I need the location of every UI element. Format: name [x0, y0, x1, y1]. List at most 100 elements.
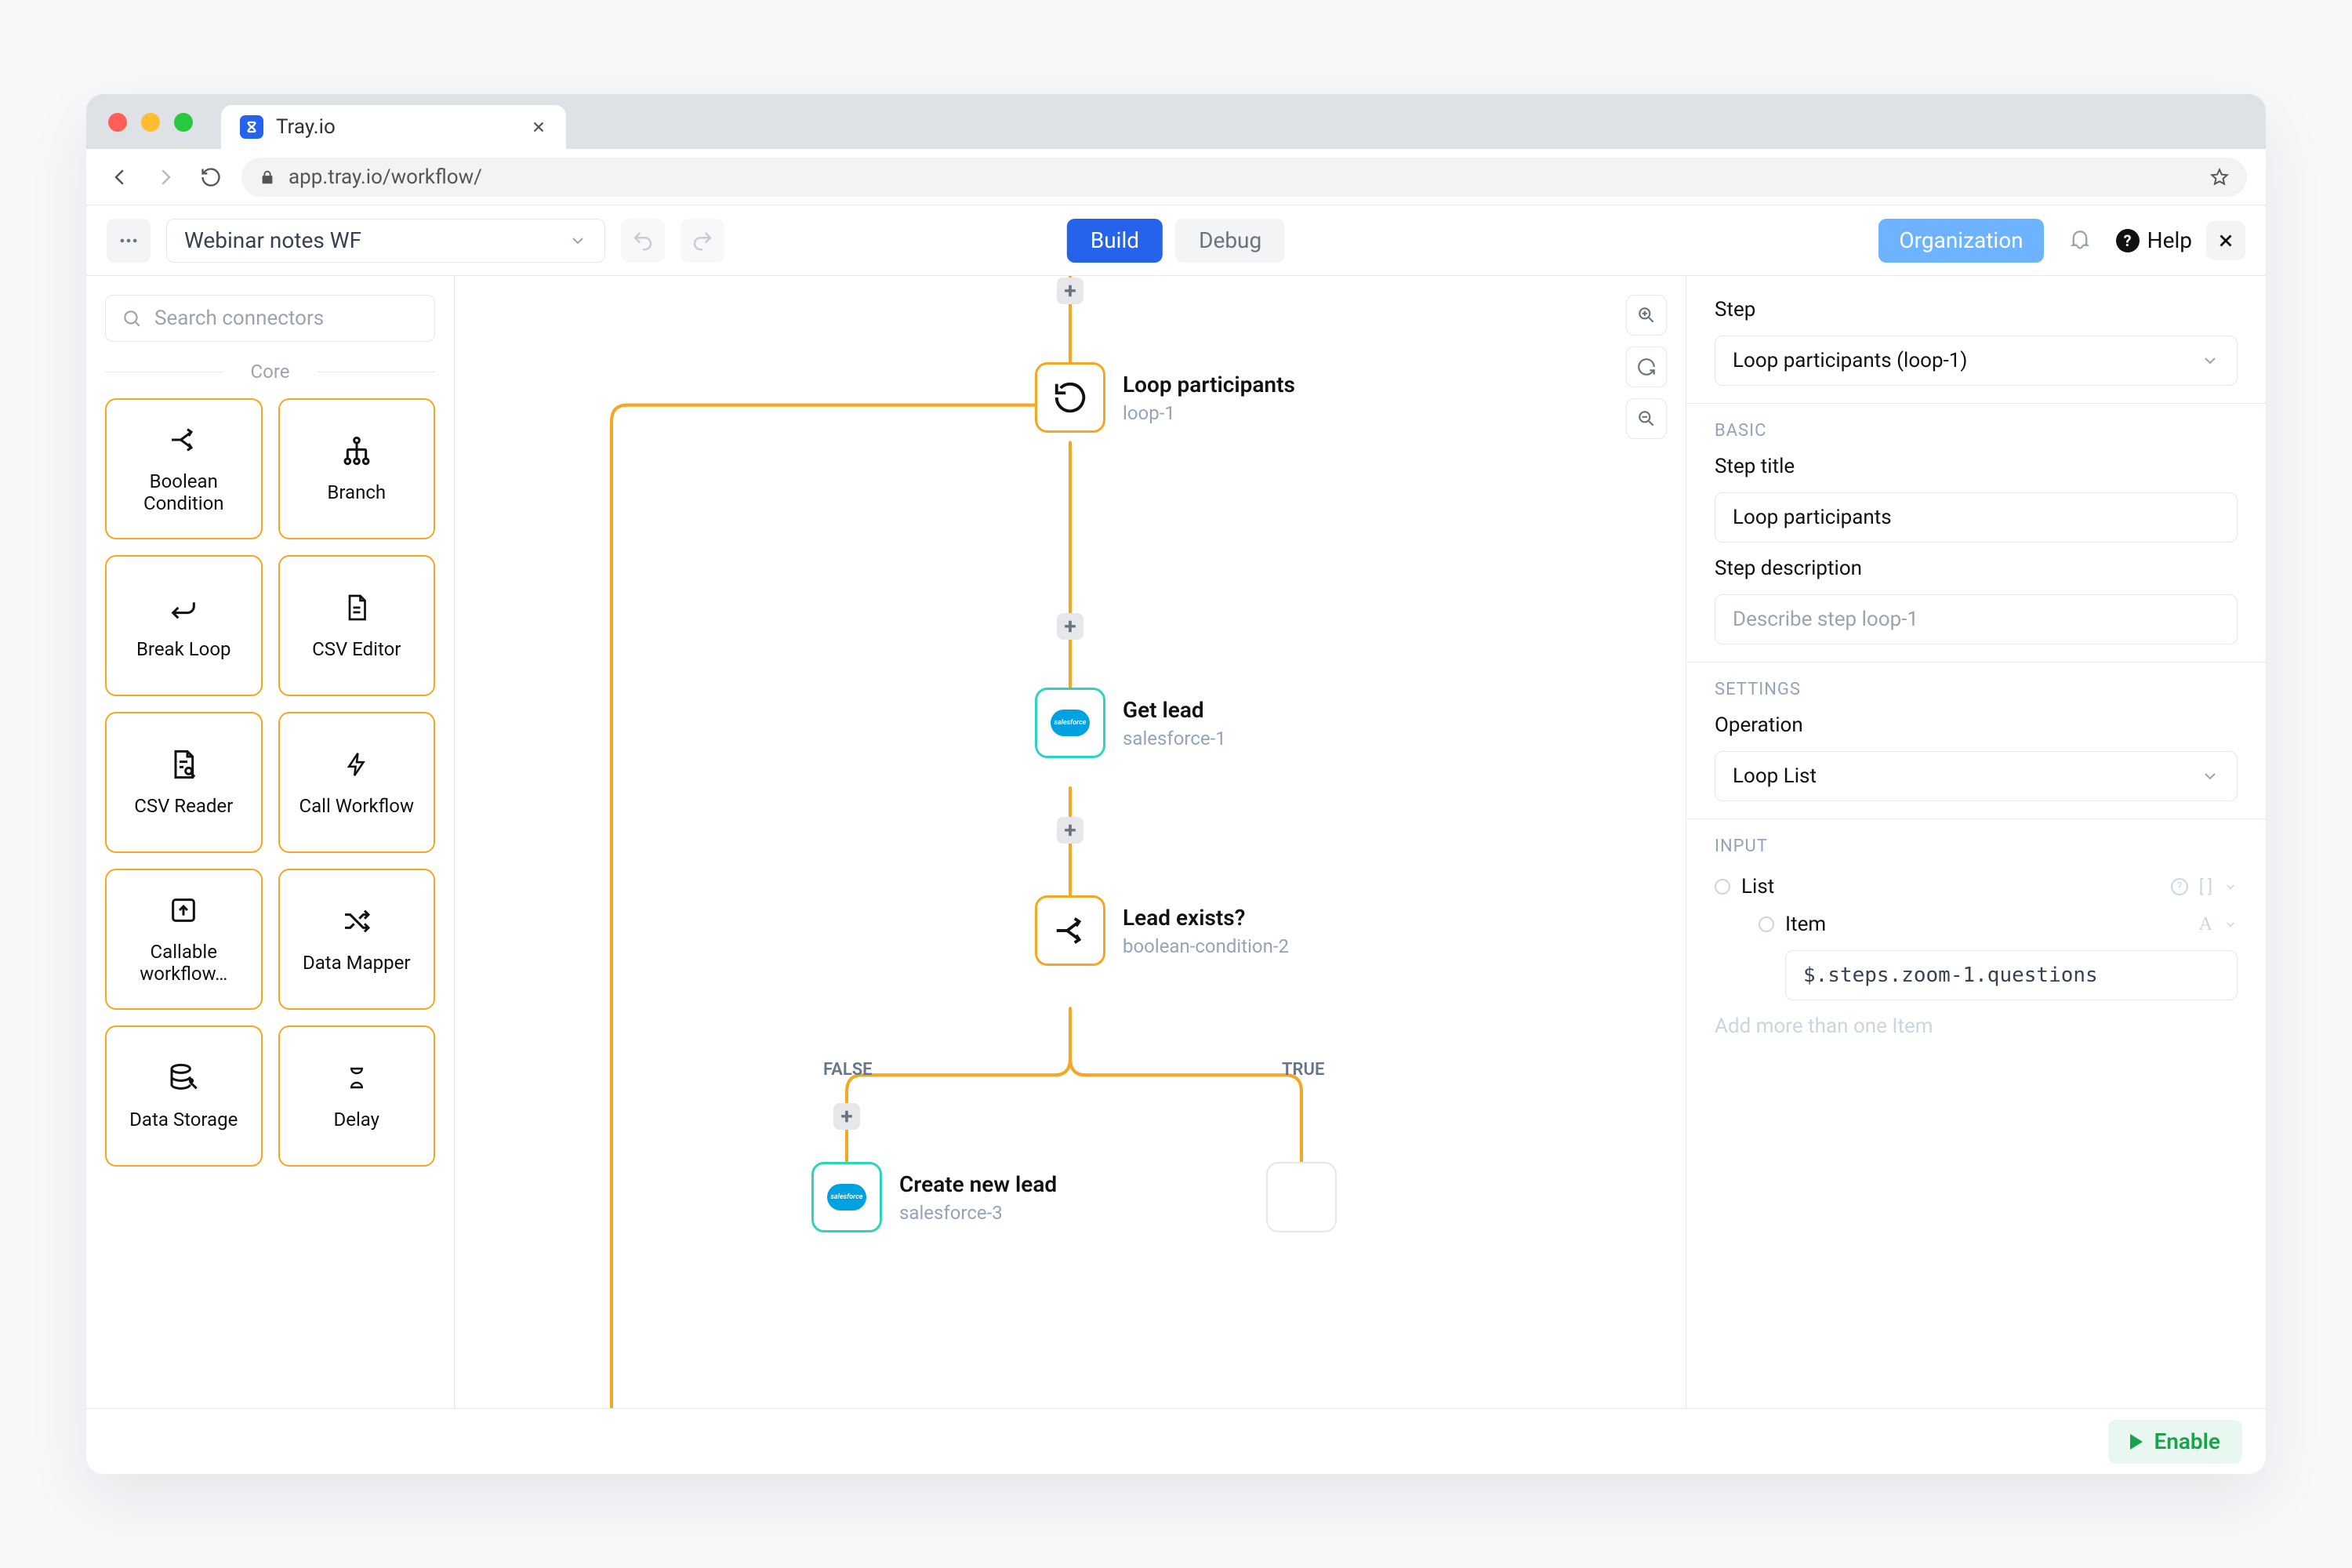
connector-data-storage[interactable]: Data Storage	[105, 1025, 263, 1167]
add-step-button[interactable]: +	[1057, 278, 1083, 304]
debug-label: Debug	[1199, 227, 1261, 253]
connector-data-mapper[interactable]: Data Mapper	[278, 869, 436, 1010]
radio-icon	[1715, 879, 1730, 895]
connectors-grid: Boolean Condition Branch Break LoopCSV Edi…	[105, 398, 435, 1167]
tray-favicon	[240, 115, 263, 139]
salesforce-logo	[827, 1184, 866, 1210]
debug-tab[interactable]: Debug	[1175, 219, 1285, 263]
branch-arrow-icon	[166, 423, 201, 457]
node-empty[interactable]	[1266, 1162, 1337, 1232]
node-id: salesforce-3	[899, 1202, 1057, 1224]
connector-label: Data Storage	[129, 1109, 238, 1131]
node-id: loop-1	[1123, 402, 1295, 424]
input-item-row[interactable]: Item A	[1759, 913, 2238, 936]
bookmark-star-icon[interactable]	[2209, 167, 2230, 187]
close-tab-icon[interactable]	[530, 118, 547, 136]
workspace: Search connectors Core Boolean Condition…	[86, 276, 2266, 1408]
connector-csv-reader[interactable]: CSV Reader	[105, 712, 263, 853]
input-item-value-text: $.steps.zoom-1.questions	[1803, 964, 2098, 987]
step-title-label: Step title	[1715, 455, 2238, 478]
add-step-button[interactable]: +	[833, 1103, 860, 1130]
file-icon	[339, 590, 374, 625]
add-more-item[interactable]: Add more than one Item	[1715, 1014, 2238, 1038]
connector-break-loop[interactable]: Break Loop	[105, 555, 263, 696]
connector-search[interactable]: Search connectors	[105, 295, 435, 342]
organization-label: Organization	[1899, 227, 2023, 253]
node-title: Lead exists?	[1123, 905, 1289, 931]
help-button[interactable]: ? Help	[2116, 227, 2192, 253]
tab-title: Tray.io	[276, 115, 336, 139]
browser-tab[interactable]: Tray.io	[221, 105, 566, 149]
build-tab[interactable]: Build	[1067, 219, 1163, 263]
return-icon	[166, 590, 201, 625]
help-icon: ?	[2116, 229, 2140, 252]
nav-back-icon[interactable]	[105, 162, 135, 192]
connector-csv-editor[interactable]: CSV Editor	[278, 555, 436, 696]
url-field[interactable]: app.tray.io/workflow/	[241, 158, 2247, 197]
chevron-down-icon	[2201, 767, 2220, 786]
connector-label: Call Workflow	[299, 796, 414, 818]
window-controls[interactable]	[108, 113, 193, 132]
connector-branch[interactable]: Branch	[278, 398, 436, 539]
step-title-input[interactable]: Loop participants	[1715, 492, 2238, 543]
radio-icon	[1759, 916, 1774, 932]
add-step-button[interactable]: +	[1057, 613, 1083, 640]
redo-button[interactable]	[681, 219, 724, 263]
url-text: app.tray.io/workflow/	[289, 165, 482, 189]
step-description-input[interactable]: Describe step loop-1	[1715, 594, 2238, 644]
enable-button[interactable]: Enable	[2108, 1420, 2242, 1464]
lock-icon	[259, 169, 276, 186]
operation-label: Operation	[1715, 713, 2238, 737]
section-input: INPUT	[1715, 837, 2238, 856]
browser-tabbar: Tray.io	[86, 94, 2266, 149]
more-menu-button[interactable]	[107, 219, 151, 263]
connector-label: Callable workflow…	[114, 942, 253, 985]
reload-icon[interactable]	[196, 162, 226, 192]
node-lead-exists[interactable]: Lead exists? boolean-condition-2	[1035, 895, 1289, 966]
node-id: salesforce-1	[1123, 728, 1226, 750]
notifications-icon[interactable]	[2058, 219, 2102, 263]
operation-select[interactable]: Loop List	[1715, 751, 2238, 801]
connector-callable-workflow[interactable]: Callable workflow…	[105, 869, 263, 1010]
type-badge[interactable]: A	[2199, 914, 2212, 935]
organization-chip[interactable]: Organization	[1878, 219, 2043, 263]
close-dot[interactable]	[108, 113, 127, 132]
node-id: boolean-condition-2	[1123, 935, 1289, 957]
step-description-placeholder: Describe step loop-1	[1733, 608, 1918, 631]
add-step-button[interactable]: +	[1057, 817, 1083, 844]
undo-button[interactable]	[621, 219, 665, 263]
maximize-dot[interactable]	[174, 113, 193, 132]
node-loop[interactable]: Loop participantsloop-1	[1035, 362, 1295, 433]
salesforce-logo	[1051, 710, 1090, 736]
properties-panel: Step Loop participants (loop-1) BASIC St…	[1686, 276, 2266, 1408]
nav-forward-icon[interactable]	[151, 162, 180, 192]
connectors-section-label: Core	[105, 361, 435, 383]
node-get-lead[interactable]: Get leadsalesforce-1	[1035, 688, 1226, 758]
branch-label-false: FALSE	[823, 1060, 873, 1080]
workflow-select[interactable]: Webinar notes WF	[166, 219, 605, 263]
step-select[interactable]: Loop participants (loop-1)	[1715, 336, 2238, 386]
branch-label-true: TRUE	[1282, 1060, 1324, 1080]
flow-canvas[interactable]: + Loop participantsloop-1 + Get leadsale…	[455, 276, 1686, 1408]
branch-arrow-icon	[1052, 913, 1088, 949]
input-item-value[interactable]: $.steps.zoom-1.questions	[1785, 950, 2238, 1000]
connector-boolean-condition[interactable]: Boolean Condition	[105, 398, 263, 539]
input-list-row[interactable]: List ? [ ]	[1715, 875, 2238, 898]
chevron-down-icon[interactable]	[2223, 917, 2238, 931]
node-create-lead[interactable]: Create new leadsalesforce-3	[811, 1162, 1057, 1232]
minimize-dot[interactable]	[141, 113, 160, 132]
step-heading: Step	[1715, 298, 2238, 321]
connectors-sidebar: Search connectors Core Boolean Condition…	[86, 276, 455, 1408]
connector-label: Data Mapper	[303, 953, 410, 975]
add-more-label: Add more than one Item	[1715, 1014, 1933, 1038]
connector-call-workflow[interactable]: Call Workflow	[278, 712, 436, 853]
help-label: Help	[2147, 227, 2192, 253]
browser-addressbar: app.tray.io/workflow/	[86, 149, 2266, 205]
upload-box-icon	[166, 893, 201, 927]
brackets-icon[interactable]: [ ]	[2199, 877, 2212, 897]
close-editor-button[interactable]	[2206, 221, 2245, 260]
help-dot-icon[interactable]: ?	[2171, 878, 2188, 895]
connector-label: Branch	[327, 482, 386, 504]
connector-delay[interactable]: Delay	[278, 1025, 436, 1167]
chevron-down-icon[interactable]	[2223, 880, 2238, 894]
